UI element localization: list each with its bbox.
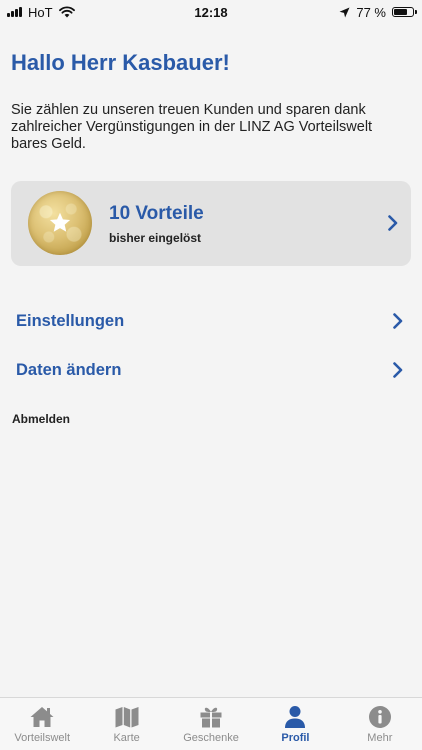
tab-karte[interactable]: Karte: [84, 698, 168, 750]
edit-data-label: Daten ändern: [16, 360, 122, 379]
benefits-card[interactable]: 10 Vorteile bisher eingelöst: [11, 181, 411, 266]
tab-label: Mehr: [367, 732, 393, 744]
wifi-icon: [58, 6, 75, 18]
edit-data-menu-item[interactable]: Daten ändern: [16, 355, 406, 385]
tab-vorteilswelt[interactable]: Vorteilswelt: [0, 698, 84, 750]
profile-icon: [285, 706, 306, 728]
benefits-count: 10 Vorteile: [109, 203, 204, 224]
chevron-right-icon: [388, 215, 398, 231]
carrier-name: HoT: [28, 4, 53, 20]
status-bar: HoT 12:18 77 %: [0, 0, 422, 24]
battery-icon: [392, 7, 417, 17]
tab-geschenke[interactable]: Geschenke: [169, 698, 253, 750]
tab-label: Vorteilswelt: [14, 732, 71, 744]
settings-label: Einstellungen: [16, 311, 125, 330]
page-title: Hallo Herr Kasbauer!: [11, 50, 230, 75]
location-arrow-icon: [339, 7, 350, 17]
status-right: 77 %: [339, 5, 422, 20]
map-icon: [115, 707, 139, 728]
tab-bar: Vorteilswelt Karte Geschenke Profil Mehr: [0, 697, 422, 750]
intro-text: Sie zählen zu unseren treuen Kunden und …: [11, 102, 373, 152]
info-icon: [368, 706, 391, 728]
home-icon: [30, 707, 54, 727]
tab-mehr[interactable]: Mehr: [338, 698, 422, 750]
signal-icon: [7, 7, 22, 17]
settings-menu-item[interactable]: Einstellungen: [16, 306, 406, 336]
star-icon: [49, 212, 71, 232]
gift-icon: [200, 707, 222, 728]
chevron-right-icon: [393, 313, 403, 329]
tab-profil[interactable]: Profil: [253, 698, 337, 750]
status-left: HoT: [0, 5, 75, 20]
tab-label: Profil: [281, 732, 310, 744]
chevron-right-icon: [393, 362, 403, 378]
battery-percentage: 77 %: [356, 4, 386, 20]
battery-level: [394, 9, 408, 15]
star-medal-icon: [28, 191, 92, 255]
tab-label: Karte: [113, 732, 140, 744]
benefits-subtitle: bisher eingelöst: [109, 231, 202, 245]
tab-label: Geschenke: [183, 732, 239, 744]
logout-link[interactable]: Abmelden: [12, 412, 70, 426]
